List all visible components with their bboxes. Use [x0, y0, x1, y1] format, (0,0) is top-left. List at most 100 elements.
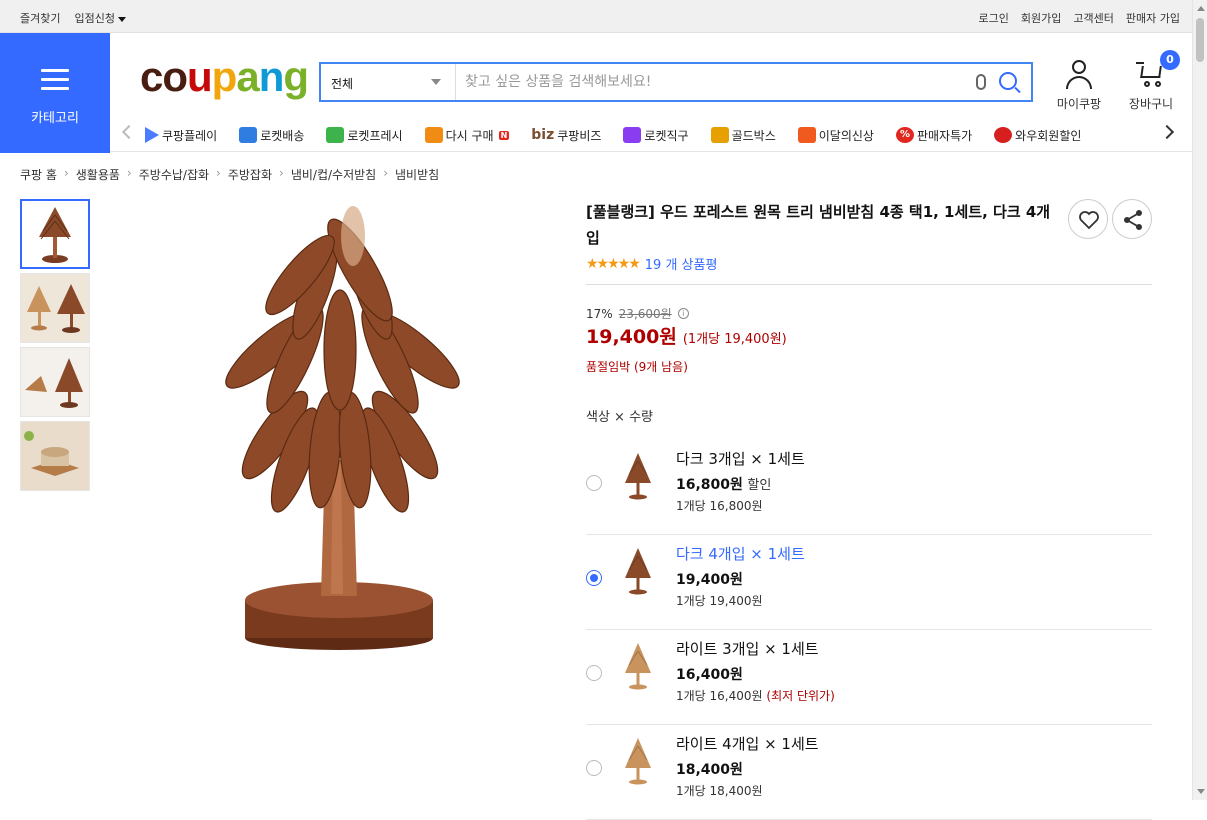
- option-radio[interactable]: [586, 475, 602, 491]
- breadcrumb-item[interactable]: 주방잡화: [228, 166, 272, 183]
- sale-price: 19,400원: [586, 326, 677, 348]
- option-price-row: 16,800원 할인: [676, 474, 771, 494]
- option-price-row: 18,400원: [676, 759, 743, 779]
- nav-item-basket[interactable]: 다시 구매 N: [424, 127, 510, 144]
- person-icon: [1053, 60, 1105, 89]
- discount-row: 17% 23,600원 i: [586, 305, 689, 322]
- option-name: 다크 4개입 × 1세트: [676, 545, 805, 563]
- product-title: [풀블랭크] 우드 포레스트 원목 트리 냄비받침 4종 택1, 1세트, 다크…: [586, 203, 1051, 247]
- breadcrumb-item[interactable]: 냄비받침: [395, 166, 439, 183]
- nav-item-rocket-fresh[interactable]: 로켓프레시: [326, 127, 403, 144]
- thumbnail-2[interactable]: [20, 273, 90, 343]
- logo-letter: u: [187, 53, 213, 100]
- share-icon: [1124, 210, 1142, 230]
- rocket-global-icon: [623, 127, 642, 143]
- option-thumbnail-image: [625, 453, 651, 500]
- nav-item-new-bag[interactable]: 이달의신상: [797, 127, 874, 144]
- option-item[interactable]: 라이트 3개입 × 1세트 16,400원 1개당 16,400원 (최저 단위가…: [586, 630, 1152, 725]
- chevron-right-icon[interactable]: [1159, 124, 1175, 140]
- option-price: 18,400원: [676, 762, 743, 778]
- option-item[interactable]: 다크 3개입 × 1세트 16,800원 할인 1개당 16,800원: [586, 440, 1152, 535]
- nav-item-label: 와우회원할인: [1015, 128, 1082, 143]
- coaster-in-use-thumbnail-image: [21, 422, 89, 490]
- category-menu-button[interactable]: 카테고리: [0, 33, 110, 153]
- search-category-select[interactable]: 전체: [321, 64, 456, 100]
- wow-icon: [994, 127, 1013, 143]
- review-count-link[interactable]: 19 개 상품평: [645, 254, 718, 273]
- thumbnail-1[interactable]: [20, 199, 90, 269]
- microphone-icon[interactable]: [976, 74, 986, 90]
- breadcrumb: 쿠팡 홈 › 생활용품 › 주방수납/잡화 › 주방잡화 › 냄비/컵/수저받침 › 냄비받침: [20, 166, 439, 183]
- option-unit-price: 1개당 16,400원: [676, 689, 763, 703]
- nav-item-play[interactable]: 쿠팡플레이: [145, 127, 217, 144]
- chevron-right-icon: ›: [383, 166, 389, 180]
- nav-item-label: 골드박스: [731, 128, 776, 143]
- option-item[interactable]: 다크 4개입 × 1세트 19,400원 1개당 19,400원: [586, 535, 1152, 630]
- thumbnail-3[interactable]: [20, 347, 90, 417]
- option-radio[interactable]: [586, 665, 602, 681]
- nav-item-rocket-global[interactable]: 로켓직구: [623, 127, 689, 144]
- option-thumbnail-image: [625, 738, 651, 785]
- nav-item-label: 이달의신상: [818, 128, 874, 143]
- customer-center-link[interactable]: 고객센터: [1073, 10, 1113, 26]
- favorites-link[interactable]: 즐겨찾기: [20, 10, 60, 26]
- logo-letter: p: [211, 53, 238, 100]
- coupang-logo[interactable]: coupang: [140, 53, 309, 100]
- nav-item-label: 쿠팡비즈: [557, 128, 602, 143]
- login-link[interactable]: 로그인: [979, 10, 1009, 26]
- info-icon[interactable]: i: [677, 308, 689, 319]
- dropdown-arrow-icon: [431, 79, 441, 85]
- scrollbar-thumb[interactable]: [1196, 18, 1204, 62]
- rocket-fresh-icon: [326, 127, 345, 143]
- breadcrumb-item[interactable]: 생활용품: [76, 166, 120, 183]
- option-price: 19,400원: [676, 572, 743, 588]
- option-price: 16,800원: [676, 477, 743, 493]
- option-radio[interactable]: [586, 570, 602, 586]
- nav-item-wow[interactable]: 와우회원할인: [994, 127, 1081, 144]
- breadcrumb-item[interactable]: 냄비/컵/수저받침: [291, 166, 376, 183]
- scroll-down-icon[interactable]: [1197, 789, 1205, 794]
- option-unit-price: 1개당 19,400원: [676, 594, 763, 608]
- seller-apply-menu[interactable]: 입점신청: [74, 10, 126, 26]
- breadcrumb-item[interactable]: 주방수납/잡화: [139, 166, 209, 183]
- option-section-label: 색상 × 수량: [586, 410, 653, 425]
- nav-item-goldbox[interactable]: 골드박스: [710, 127, 776, 144]
- seller-signup-link[interactable]: 판매자 가입: [1126, 10, 1180, 26]
- logo-letter: c: [140, 53, 163, 100]
- chevron-right-icon: ›: [279, 166, 284, 180]
- option-unit-price-row: 1개당 19,400원: [676, 592, 763, 609]
- option-name: 라이트 4개입 × 1세트: [676, 735, 819, 753]
- category-label: 카테고리: [31, 111, 79, 126]
- option-unit-price-row: 1개당 18,400원: [676, 782, 763, 799]
- wishlist-button[interactable]: [1068, 199, 1108, 239]
- nav-item-rocket[interactable]: 로켓배송: [239, 127, 304, 144]
- caret-down-icon: [117, 16, 126, 22]
- search-icon[interactable]: [999, 72, 1017, 90]
- scrollbar[interactable]: [1192, 0, 1207, 800]
- scroll-up-icon[interactable]: [1197, 6, 1205, 11]
- signup-link[interactable]: 회원가입: [1021, 10, 1061, 26]
- option-radio[interactable]: [586, 760, 602, 776]
- nav-item-label: 로켓프레시: [347, 128, 403, 143]
- share-button[interactable]: [1112, 199, 1152, 239]
- nav-item-biz[interactable]: biz 쿠팡비즈: [531, 127, 601, 144]
- option-unit-price: 1개당 16,800원: [676, 499, 763, 513]
- cart-count-badge: 0: [1160, 50, 1180, 70]
- logo-letter: a: [236, 53, 259, 100]
- hamburger-icon: [41, 69, 69, 91]
- play-icon: [145, 127, 159, 143]
- option-item[interactable]: 라이트 4개입 × 1세트 18,400원 1개당 18,400원: [586, 725, 1152, 820]
- nav-item-label: 로켓직구: [644, 128, 689, 143]
- search-input[interactable]: [465, 70, 945, 94]
- heart-icon: [1079, 211, 1099, 230]
- stock-warning: 품절임박 (9개 남음): [586, 360, 688, 374]
- breadcrumb-item[interactable]: 쿠팡 홈: [20, 166, 57, 183]
- option-price-row: 16,400원: [676, 664, 743, 684]
- my-coupang-button[interactable]: 마이쿠팡: [1053, 60, 1105, 112]
- nav-item-percent[interactable]: % 판매자특가: [895, 127, 972, 144]
- chevron-right-icon: ›: [63, 166, 69, 180]
- top-utility-bar: 즐겨찾기 입점신청 로그인 회원가입 고객센터 판매자 가입: [0, 0, 1192, 33]
- thumbnail-4[interactable]: [20, 421, 90, 491]
- goldbox-icon: [710, 127, 729, 143]
- chevron-left-icon[interactable]: [121, 124, 137, 140]
